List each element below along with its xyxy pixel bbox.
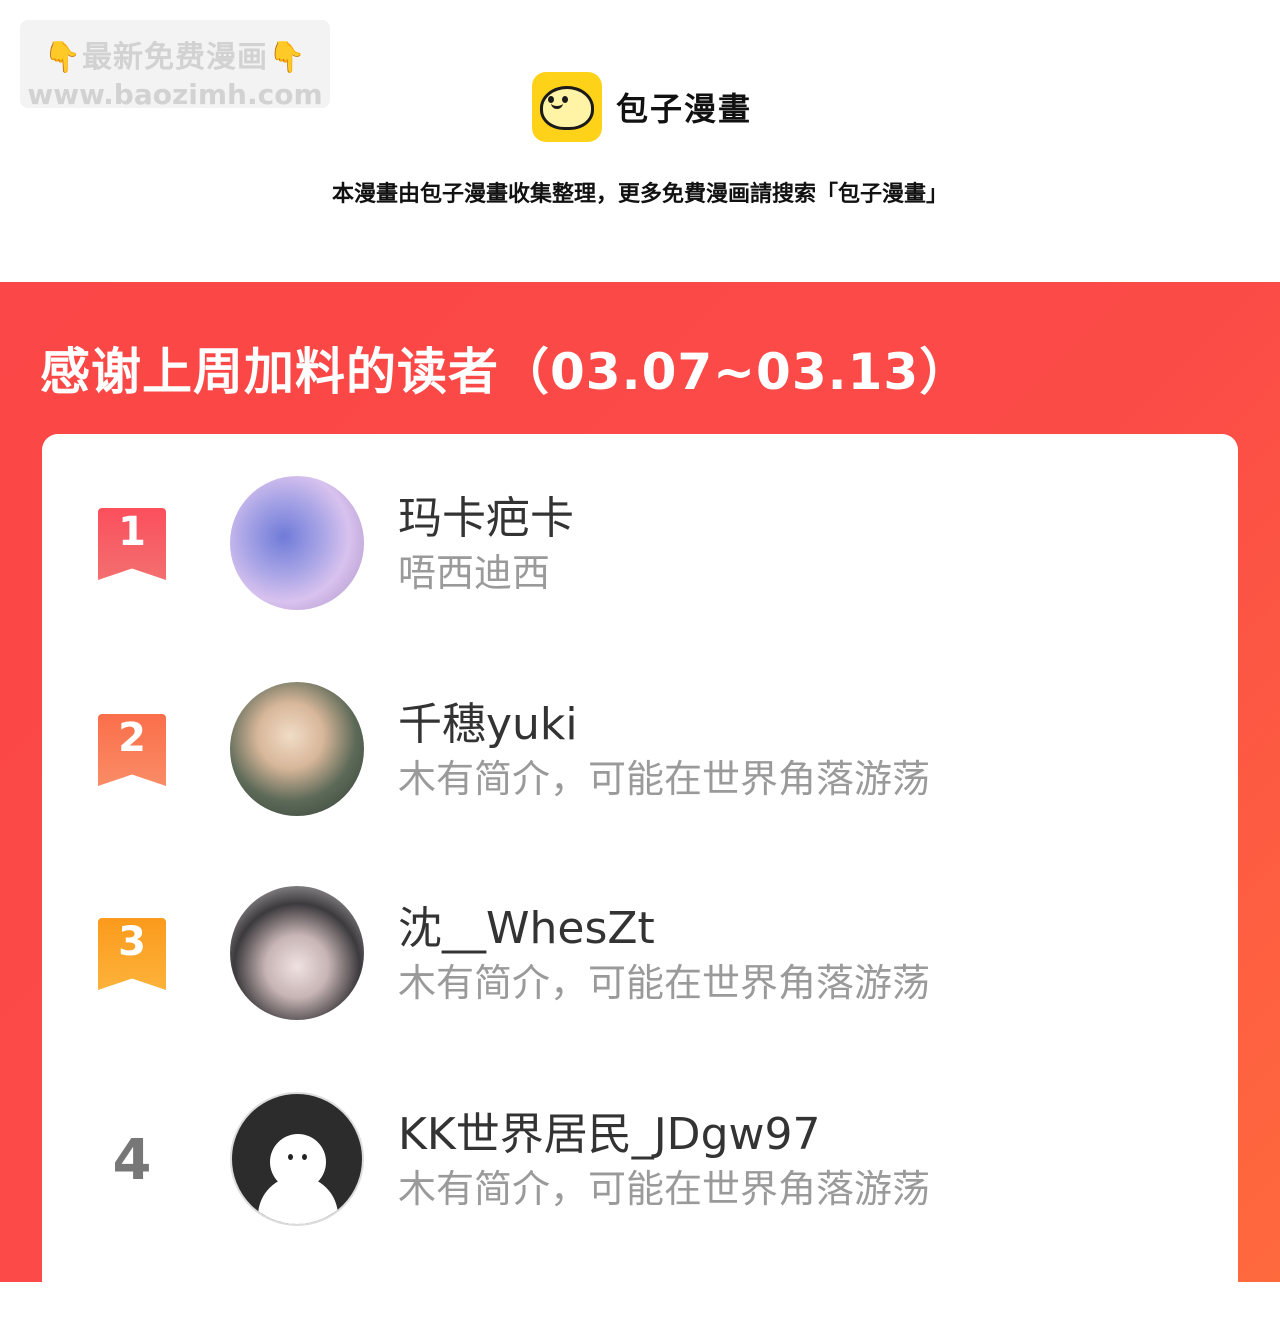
thanks-panel: 感谢上周加料的读者（03.07~03.13） 1 玛卡疤卡 唔西迪西 2 千穗y… [0,282,1280,1334]
rank-badge: 1 [98,508,166,580]
reader-row[interactable]: 4 KK世界居民_JDgw97 木有简介，可能在世界角落游荡 [42,1092,1238,1232]
reader-name[interactable]: 千穗yuki [398,688,578,752]
watermark-line1: 👇最新免费漫画👇 [20,32,330,76]
reader-name[interactable]: KK世界居民_JDgw97 [398,1098,820,1162]
reader-row[interactable]: 2 千穗yuki 木有简介，可能在世界角落游荡 [42,682,1238,822]
reader-name[interactable]: 玛卡疤卡 [398,482,574,546]
pointing-down-hand-icon: 👇 [43,40,82,75]
reader-name[interactable]: 沈__WhesZt [398,892,655,956]
reader-bio: 唔西迪西 [398,551,551,595]
girl-photo-avatar[interactable] [230,886,364,1020]
watermark-title: 最新免费漫画 [82,40,268,75]
logo-text: 包子漫畫 [616,90,753,128]
reader-bio: 木有简介，可能在世界角落游荡 [398,757,931,801]
anime-boy-avatar[interactable] [230,682,364,816]
source-notice: 本漫畫由包子漫畫收集整理，更多免費漫画請搜索「包子漫畫」 [331,182,948,207]
watermark: 👇最新免费漫画👇 www.baozimh.com [20,20,330,111]
pointing-down-hand-icon: 👇 [268,40,307,75]
reader-bio: 木有简介，可能在世界角落游荡 [398,1167,931,1211]
reader-row[interactable]: 1 玛卡疤卡 唔西迪西 [42,476,1238,616]
rank-number: 4 [112,1128,152,1193]
default-ghost-avatar[interactable] [230,1092,364,1226]
watermark-url: www.baozimh.com [27,78,323,111]
panel-title: 感谢上周加料的读者（03.07~03.13） [40,343,971,401]
reader-list: 1 玛卡疤卡 唔西迪西 2 千穗yuki 木有简介，可能在世界角落游荡 3 沈_… [42,434,1238,1334]
rank-badge: 2 [98,714,166,786]
baozi-bun-logo-icon [532,72,602,142]
moon-avatar[interactable] [230,476,364,610]
reader-bio: 木有简介，可能在世界角落游荡 [398,961,931,1005]
site-logo[interactable]: 包子漫畫 [532,72,752,142]
reader-row[interactable]: 3 沈__WhesZt 木有简介，可能在世界角落游荡 [42,886,1238,1026]
rank-badge: 3 [98,918,166,990]
